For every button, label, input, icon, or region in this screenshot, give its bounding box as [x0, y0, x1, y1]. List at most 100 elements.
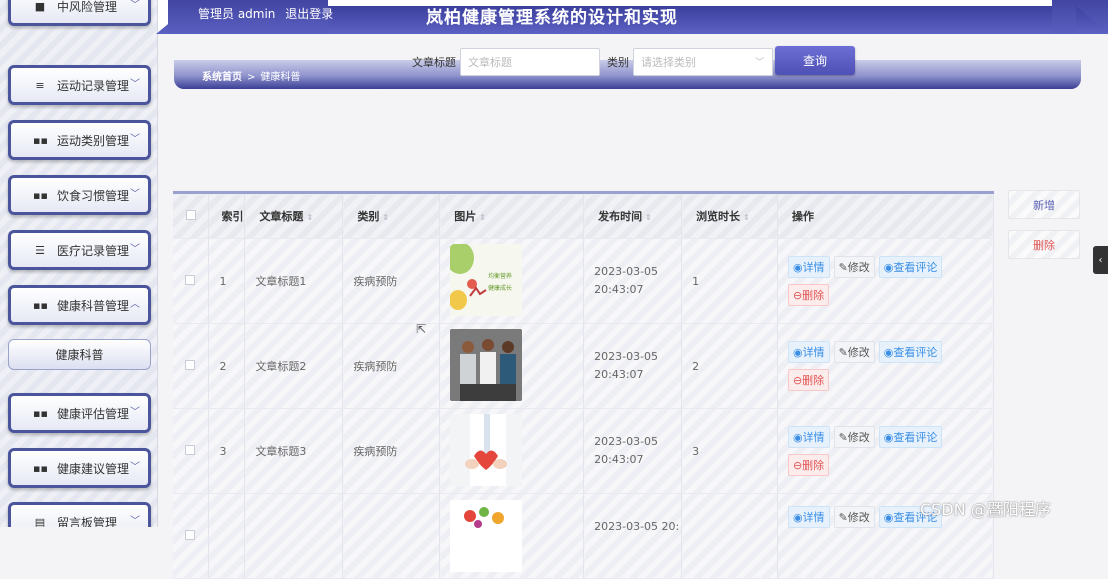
publish-time-header[interactable]: 发布时间 ⇕ [583, 192, 683, 239]
comments-label: 查看评论 [893, 261, 938, 274]
grid-icon: ▪▪ [33, 188, 48, 202]
sidebar-item-risk[interactable]: ■ 中风险管理 ﹀ [8, 0, 151, 26]
image-cell [439, 323, 585, 409]
edit-button[interactable]: ✎ 修改 [833, 256, 875, 278]
row-checkbox[interactable] [185, 359, 195, 370]
select-all-checkbox[interactable] [186, 209, 196, 220]
view-comments-button[interactable]: ◉ 查看评论 [878, 341, 943, 363]
table-row: 1 文章标题1 疾病预防 均衡营养 健康成长 2023-03-05 20:43:… [173, 238, 995, 324]
edit-label: 修改 [847, 431, 870, 444]
detail-button[interactable]: ◉ 详情 [787, 426, 830, 448]
grid-icon: ▪▪ [33, 406, 48, 420]
operations-header: 操作 [777, 192, 995, 239]
view-duration-cell: 2 [681, 323, 778, 409]
sidebar-item-label: 中风险管理 [57, 0, 118, 14]
edit-label: 修改 [847, 346, 870, 359]
table-header-row: 索引 文章标题 ⇕ 类别 ⇕ 图片 ⇕ 发布时间 ⇕ 浏览时长 ⇕ 操作 [173, 192, 995, 239]
sidebar-item-label: 饮食习惯管理 [57, 188, 130, 203]
breadcrumb-home[interactable]: 系统首页 [202, 72, 242, 83]
sliders-icon: ☰ [35, 243, 45, 257]
top-bar: 管理员 admin 退出登录 岚柏健康管理系统的设计和实现 [156, 0, 1108, 34]
breadcrumb-current: 健康科普 [260, 72, 301, 83]
sidebar-item-exercise-categories[interactable]: ▪▪ 运动类别管理 ﹀ [8, 120, 151, 160]
sort-icon: ⇕ [479, 213, 486, 222]
article-thumbnail[interactable] [450, 500, 523, 572]
title-header[interactable]: 文章标题 ⇕ [244, 192, 344, 239]
sidebar-item-label: 健康科普管理 [57, 298, 130, 313]
title-cell [244, 493, 344, 579]
row-checkbox[interactable] [185, 274, 195, 285]
edit-icon: ✎ [838, 345, 848, 359]
sidebar-item-diet-habits[interactable]: ▪▪ 饮食习惯管理 ﹀ [8, 175, 151, 215]
detail-button[interactable]: ◉ 详情 [787, 341, 830, 363]
category-cell: 疾病预防 [342, 408, 441, 494]
sidebar-item-health-science[interactable]: ▪▪ 健康科普管理 ︿ [8, 285, 151, 325]
edit-button[interactable]: ✎ 修改 [833, 506, 875, 528]
image-cell [439, 493, 585, 579]
logout-link[interactable]: 退出登录 [285, 7, 333, 21]
row-checkbox[interactable] [185, 529, 195, 540]
title-search-input[interactable]: 文章标题 [460, 48, 600, 76]
title-header-label: 文章标题 [259, 210, 304, 223]
grid-icon: ▪▪ [33, 298, 48, 312]
delete-button[interactable]: ⊖ 删除 [787, 369, 830, 391]
delete-button[interactable]: ⊖ 删除 [787, 454, 830, 476]
category-select[interactable]: 请选择类别 ﹀ [633, 48, 773, 76]
sidebar-subitem-health-science[interactable]: 健康科普 [8, 339, 151, 370]
sidebar-item-exercise-records[interactable]: ≡ 运动记录管理 ﹀ [8, 65, 151, 105]
collapse-tab[interactable]: ‹ [1093, 246, 1108, 274]
detail-button[interactable]: ◉ 详情 [787, 256, 830, 278]
row-checkbox[interactable] [185, 444, 195, 455]
sidebar-item-label: 医疗记录管理 [57, 243, 130, 258]
eye-icon: ◉ [883, 345, 894, 359]
chevron-down-icon: ﹀ [130, 407, 140, 418]
comments-label: 查看评论 [893, 346, 938, 359]
delete-button[interactable]: ⊖ 删除 [787, 284, 830, 306]
delete-label: 删除 [802, 459, 825, 472]
edit-button[interactable]: ✎ 修改 [833, 341, 875, 363]
sidebar-item-medical-records[interactable]: ☰ 医疗记录管理 ﹀ [8, 230, 151, 270]
batch-delete-button[interactable]: 删除 [1008, 230, 1080, 259]
sidebar-item-health-assessment[interactable]: ▪▪ 健康评估管理 ﹀ [8, 393, 151, 433]
index-cell: 1 [208, 238, 246, 324]
add-button[interactable]: 新增 [1008, 190, 1080, 219]
detail-button[interactable]: ◉ 详情 [787, 506, 830, 528]
detail-label: 详情 [802, 511, 825, 524]
view-duration-header[interactable]: 浏览时长 ⇕ [681, 192, 778, 239]
title-cell: 文章标题1 [244, 238, 344, 324]
publish-time-cell: 2023-03-05 20:43:07 [583, 323, 683, 409]
edit-icon: ✎ [838, 510, 848, 524]
image-header[interactable]: 图片 ⇕ [439, 192, 585, 239]
edit-label: 修改 [847, 511, 870, 524]
view-duration-cell: 3 [681, 408, 778, 494]
table-row: 2 文章标题2 疾病预防 2023-03-05 20:43:07 2 ◉ 详情 … [173, 323, 995, 409]
watermark: CSDN @暨阳程序 [920, 500, 1051, 519]
view-comments-button[interactable]: ◉ 查看评论 [878, 426, 943, 448]
edit-icon: ✎ [838, 260, 848, 274]
app-title: 岚柏健康管理系统的设计和实现 [426, 8, 678, 28]
sidebar-item-health-advice[interactable]: ▪▪ 健康建议管理 ﹀ [8, 448, 151, 488]
category-header[interactable]: 类别 ⇕ [342, 192, 441, 239]
delete-icon: ⊖ [792, 288, 803, 302]
view-comments-button[interactable]: ◉ 查看评论 [878, 256, 943, 278]
article-thumbnail[interactable] [450, 413, 523, 486]
image-cell [439, 408, 585, 494]
view-duration-header-label: 浏览时长 [696, 210, 741, 223]
search-button[interactable]: 查询 [775, 46, 855, 75]
article-thumbnail[interactable]: 均衡营养 健康成长 [446, 241, 523, 316]
category-label: 类别 [607, 56, 629, 69]
chevron-down-icon: ﹀ [130, 134, 140, 145]
article-thumbnail[interactable] [450, 328, 523, 401]
edit-button[interactable]: ✎ 修改 [833, 426, 875, 448]
chevron-down-icon: ﹀ [130, 516, 140, 527]
chevron-down-icon: ﹀ [130, 244, 140, 255]
operations-cell: ◉ 详情 ✎ 修改 ◉ 查看评论 ⊖ 删除 [777, 408, 995, 494]
breadcrumb-separator: > [247, 72, 256, 83]
eye-icon: ◉ [792, 345, 803, 359]
index-header: 索引 [208, 192, 246, 239]
sidebar-item-message-board[interactable]: ▤ 留言板管理 ﹀ [8, 502, 151, 527]
sidebar: ■ 中风险管理 ﹀ ≡ 运动记录管理 ﹀ ▪▪ 运动类别管理 ﹀ ▪▪ 饮食习惯… [0, 0, 158, 527]
articles-table: 索引 文章标题 ⇕ 类别 ⇕ 图片 ⇕ 发布时间 ⇕ 浏览时长 ⇕ 操作 1 文章标题1 … [173, 191, 995, 579]
row-select-cell [173, 323, 210, 409]
chevron-down-icon: ﹀ [754, 58, 764, 68]
